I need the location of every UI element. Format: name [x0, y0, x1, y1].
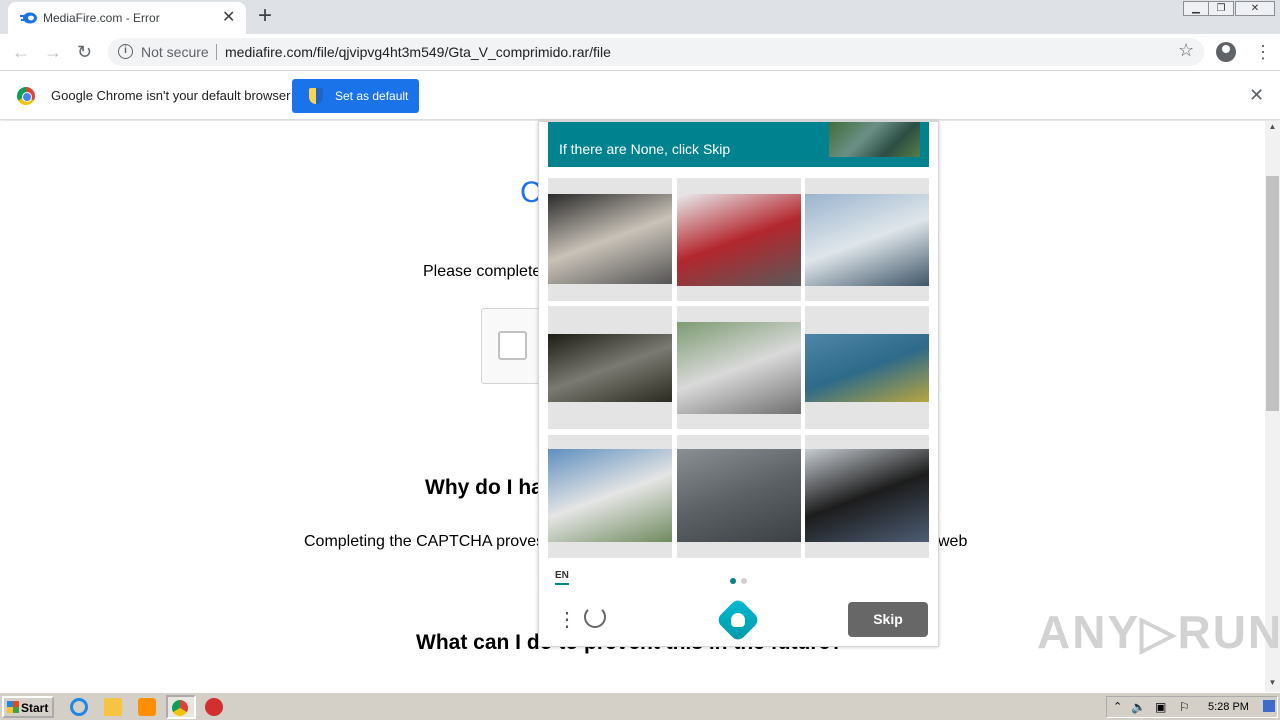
tab-strip: MediaFire.com - Error ✕ + ▁ ❐ ✕: [0, 0, 1280, 34]
address-bar[interactable]: i Not secure mediafire.com/file/qjvipvg4…: [108, 38, 1204, 66]
set-as-default-button[interactable]: Set as default: [292, 79, 419, 113]
volume-icon[interactable]: 🔈: [1131, 700, 1146, 714]
profile-avatar-icon[interactable]: [1216, 42, 1236, 62]
red-truck-photo: [677, 194, 801, 286]
hcaptcha-challenge: If there are None, click Skip EN ⋮ Skip: [538, 121, 939, 647]
address-separator: [216, 44, 217, 60]
browser-menu-icon[interactable]: ⋮: [1254, 41, 1272, 63]
show-desktop-icon[interactable]: [1263, 700, 1275, 712]
boats-in-marina-photo: [805, 194, 929, 286]
white-utility-truck-photo: [677, 322, 801, 414]
bookmark-star-icon[interactable]: ☆: [1178, 40, 1194, 61]
file-explorer-icon[interactable]: [104, 698, 122, 716]
chrome-logo-icon: [17, 87, 35, 105]
start-button[interactable]: Start: [2, 696, 54, 718]
silver-car-garage-photo: [548, 334, 672, 402]
forward-arrow-icon[interactable]: →: [44, 41, 62, 63]
new-tab-button[interactable]: +: [258, 3, 272, 29]
captcha-image-garbage-truck[interactable]: [548, 435, 672, 558]
tab-title: MediaFire.com - Error: [43, 11, 160, 25]
default-browser-infobar: Google Chrome isn't your default browser…: [0, 71, 1280, 120]
skip-button[interactable]: Skip: [848, 602, 928, 637]
captcha-checkbox[interactable]: [498, 331, 527, 360]
motorboat-on-trailer-photo: [805, 449, 929, 542]
options-menu-icon[interactable]: ⋮: [557, 610, 577, 630]
captcha-prompt: Please complete: [423, 263, 542, 280]
hcaptcha-logo-icon: [715, 597, 761, 643]
info-icon[interactable]: i: [118, 44, 133, 59]
page-indicator-active: [730, 578, 736, 584]
windows-logo-icon: [7, 701, 19, 713]
why-text-right: web: [938, 533, 968, 550]
captcha-image-motorboat-on-trailer[interactable]: [805, 435, 929, 558]
challenge-header: If there are None, click Skip: [548, 122, 929, 167]
example-image: [829, 122, 920, 157]
internet-explorer-icon[interactable]: [70, 698, 88, 716]
tab-mediafire[interactable]: MediaFire.com - Error ✕: [8, 2, 246, 34]
page-indicator: [741, 578, 747, 584]
action-center-flag-icon[interactable]: ⚐: [1179, 700, 1190, 714]
minimize-button[interactable]: ▁: [1183, 1, 1209, 16]
taskbar: Start ⌃ 🔈 ▣ ⚐ 5:28 PM: [0, 692, 1280, 720]
network-icon[interactable]: ▣: [1155, 700, 1166, 714]
scrollbar-thumb[interactable]: [1266, 176, 1279, 411]
anyrun-watermark: ANY▷RUN: [1037, 606, 1280, 658]
captcha-image-silver-car-garage[interactable]: [548, 306, 672, 429]
captcha-image-people-at-gas-station[interactable]: [548, 178, 672, 301]
start-label: Start: [21, 701, 49, 715]
why-text-left: Completing the CAPTCHA proves: [304, 533, 545, 550]
back-arrow-icon[interactable]: ←: [12, 41, 30, 63]
reload-icon[interactable]: ↻: [77, 41, 92, 63]
mediafire-favicon-icon: [20, 12, 37, 24]
captcha-image-red-truck[interactable]: [677, 178, 801, 301]
scroll-up-arrow-icon[interactable]: ▲: [1265, 122, 1280, 131]
set-as-default-label: Set as default: [335, 89, 409, 103]
captcha-image-white-utility-truck[interactable]: [677, 306, 801, 429]
system-tray: ⌃ 🔈 ▣ ⚐ 5:28 PM: [1106, 696, 1278, 718]
garbage-truck-photo: [548, 449, 672, 542]
url-text[interactable]: mediafire.com/file/qjvipvg4ht3m549/Gta_V…: [225, 44, 611, 60]
opera-icon[interactable]: [205, 698, 223, 716]
media-player-icon[interactable]: [138, 698, 156, 716]
scroll-down-arrow-icon[interactable]: ▼: [1265, 678, 1280, 687]
people-at-gas-station-photo: [548, 194, 672, 284]
challenge-instruction: If there are None, click Skip: [559, 141, 731, 157]
restore-button[interactable]: ❐: [1208, 1, 1234, 16]
show-hidden-icons-icon[interactable]: ⌃: [1113, 700, 1122, 713]
language-selector[interactable]: EN: [555, 570, 569, 585]
captcha-image-boats-in-marina[interactable]: [805, 178, 929, 301]
refresh-challenge-icon[interactable]: [584, 606, 606, 628]
water-surface-photo: [677, 449, 801, 542]
tab-close-icon[interactable]: ✕: [222, 8, 235, 28]
browser-toolbar: ← → ↻ i Not secure mediafire.com/file/qj…: [0, 34, 1280, 71]
captcha-image-kayaker-on-water[interactable]: [805, 306, 929, 429]
security-label: Not secure: [141, 44, 209, 60]
shield-icon: [309, 88, 323, 104]
why-heading: Why do I ha: [425, 476, 543, 499]
clock[interactable]: 5:28 PM: [1208, 701, 1249, 713]
infobar-close-icon[interactable]: ✕: [1249, 85, 1264, 106]
chrome-taskbar-icon: [172, 700, 188, 716]
captcha-image-water-surface[interactable]: [677, 435, 801, 558]
close-window-button[interactable]: ✕: [1235, 1, 1275, 16]
kayaker-on-water-photo: [805, 334, 929, 402]
infobar-message: Google Chrome isn't your default browser: [51, 88, 291, 103]
